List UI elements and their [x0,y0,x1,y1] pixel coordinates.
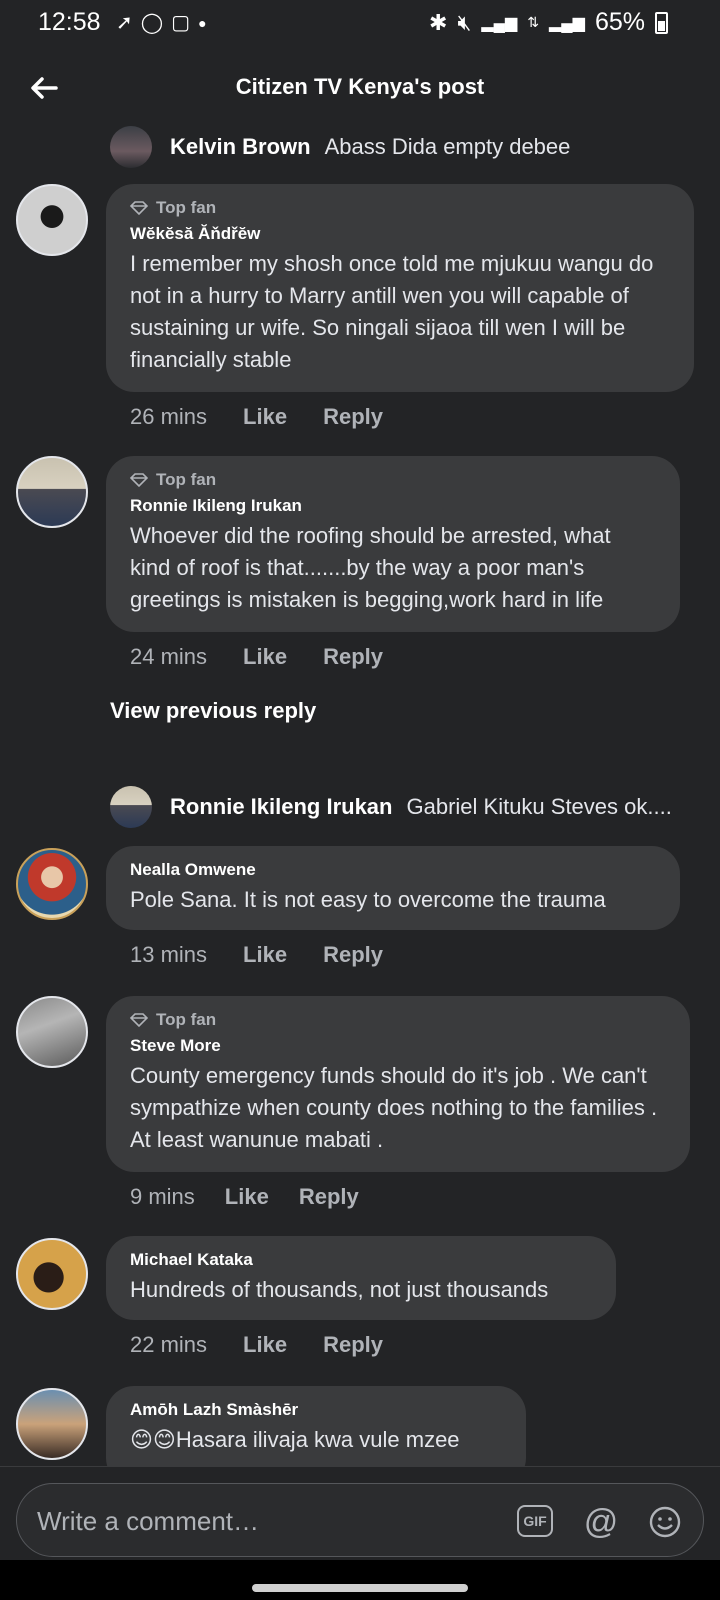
bluetooth-icon: ✱ [429,9,448,35]
emoji-icon[interactable] [647,1504,683,1540]
reply-button[interactable]: Reply [299,1184,359,1210]
avatar[interactable] [16,848,88,920]
comment-bubble[interactable]: Top fan Ronnie Ikileng Irukan Whoever di… [106,456,680,632]
comment-composer-bar: GIF @ [0,1466,720,1560]
status-time: 12:58 [38,8,101,36]
comment-text: Hundreds of thousands, not just thousand… [130,1277,549,1302]
comment-composer[interactable]: GIF @ [16,1483,704,1557]
comment-bubble[interactable]: Nealla Omwene Pole Sana. It is not easy … [106,846,680,930]
comment-author[interactable]: Wĕkĕsă Ăňdřĕw [130,224,670,244]
inline-reply-text: Abass Dida empty debee [324,134,571,159]
comment-text: Pole Sana. It is not easy to overcome th… [130,887,606,912]
top-fan-diamond-icon [130,201,148,215]
instagram-icon: ▢ [171,12,191,34]
like-button[interactable]: Like [243,404,287,430]
inline-reply-author[interactable]: Ronnie Ikileng Irukan [170,794,392,820]
like-button[interactable]: Like [243,942,287,968]
signal-icon: ▂▄▆ [481,14,518,32]
page-title: Citizen TV Kenya's post [235,74,485,99]
inline-reply[interactable]: Ronnie Ikileng Irukan Gabriel Kituku Ste… [110,784,672,830]
mute-icon: 🔇︎ [457,9,472,35]
top-fan-badge: Top fan [156,198,217,217]
like-button[interactable]: Like [243,1332,287,1358]
comment-text: 😊😊Hasara ilivaja kwa vule mzee [130,1427,460,1452]
comment-author[interactable]: Steve More [130,1036,666,1056]
home-indicator[interactable] [252,1584,468,1592]
thread-icon: ➚ [116,12,133,34]
comment-author[interactable]: Amōh Lazh Smàshēr [130,1400,502,1420]
avatar[interactable] [110,126,152,168]
comment-author[interactable]: Michael Kataka [130,1250,592,1270]
comment-text: Whoever did the roofing should be arrest… [130,523,611,612]
avatar[interactable] [16,184,88,256]
top-fan-badge: Top fan [156,470,217,489]
system-nav-bar [0,1560,720,1600]
comment-text: County emergency funds should do it's jo… [130,1063,658,1152]
inline-reply-text: Gabriel Kituku Steves ok.... [406,794,672,819]
comment-time: 13 mins [130,942,208,967]
like-button[interactable]: Like [243,644,287,670]
reply-button[interactable]: Reply [323,942,383,968]
comment-time: 26 mins [130,404,208,429]
comments-list[interactable]: Kelvin Brown Abass Dida empty debee Top … [0,126,720,1466]
avatar[interactable] [16,456,88,528]
battery-icon [655,11,668,34]
mention-icon[interactable]: @ [583,1503,619,1541]
comment-bubble[interactable]: Top fan Wĕkĕsă Ăňdřĕw I remember my shos… [106,184,694,392]
dot-icon: ● [198,14,207,31]
top-fan-diamond-icon [130,1013,148,1027]
comment-bubble[interactable]: Amōh Lazh Smàshēr 😊😊Hasara ilivaja kwa v… [106,1386,526,1466]
comment-bubble[interactable]: Michael Kataka Hundreds of thousands, no… [106,1236,616,1320]
reply-button[interactable]: Reply [323,644,383,670]
top-fan-badge: Top fan [156,1010,217,1029]
reply-button[interactable]: Reply [323,1332,383,1358]
comment-time: 22 mins [130,1332,208,1357]
reply-button[interactable]: Reply [323,404,383,430]
avatar[interactable] [16,1238,88,1310]
inline-reply-author[interactable]: Kelvin Brown [170,134,311,160]
comment-author[interactable]: Nealla Omwene [130,860,656,880]
inline-reply[interactable]: Kelvin Brown Abass Dida empty debee [110,126,570,170]
like-button[interactable]: Like [225,1184,269,1210]
battery-percentage: 65% [594,8,645,36]
top-fan-diamond-icon [130,473,148,487]
app-bar: Citizen TV Kenya's post [0,62,720,118]
avatar[interactable] [16,996,88,1068]
comment-bubble[interactable]: Top fan Steve More County emergency fund… [106,996,690,1172]
comment-author[interactable]: Ronnie Ikileng Irukan [130,496,656,516]
gif-icon[interactable]: GIF [517,1505,553,1537]
data-icon: ⇅ [527,14,539,30]
view-previous-reply-link[interactable]: View previous reply [110,698,316,724]
comment-text: I remember my shosh once told me mjukuu … [130,251,654,372]
comment-time: 24 mins [130,644,208,669]
avatar[interactable] [16,1388,88,1460]
comment-input[interactable] [37,1496,497,1546]
whatsapp-icon: ◯ [140,12,164,34]
comment-time: 9 mins [130,1184,195,1209]
status-bar: 12:58 ➚ ◯ ▢ ● ✱ 🔇︎ ▂▄▆ ⇅ ▂▄▆ 65% [0,0,720,46]
signal-icon: ▂▄▆ [549,14,585,32]
avatar[interactable] [110,786,152,828]
